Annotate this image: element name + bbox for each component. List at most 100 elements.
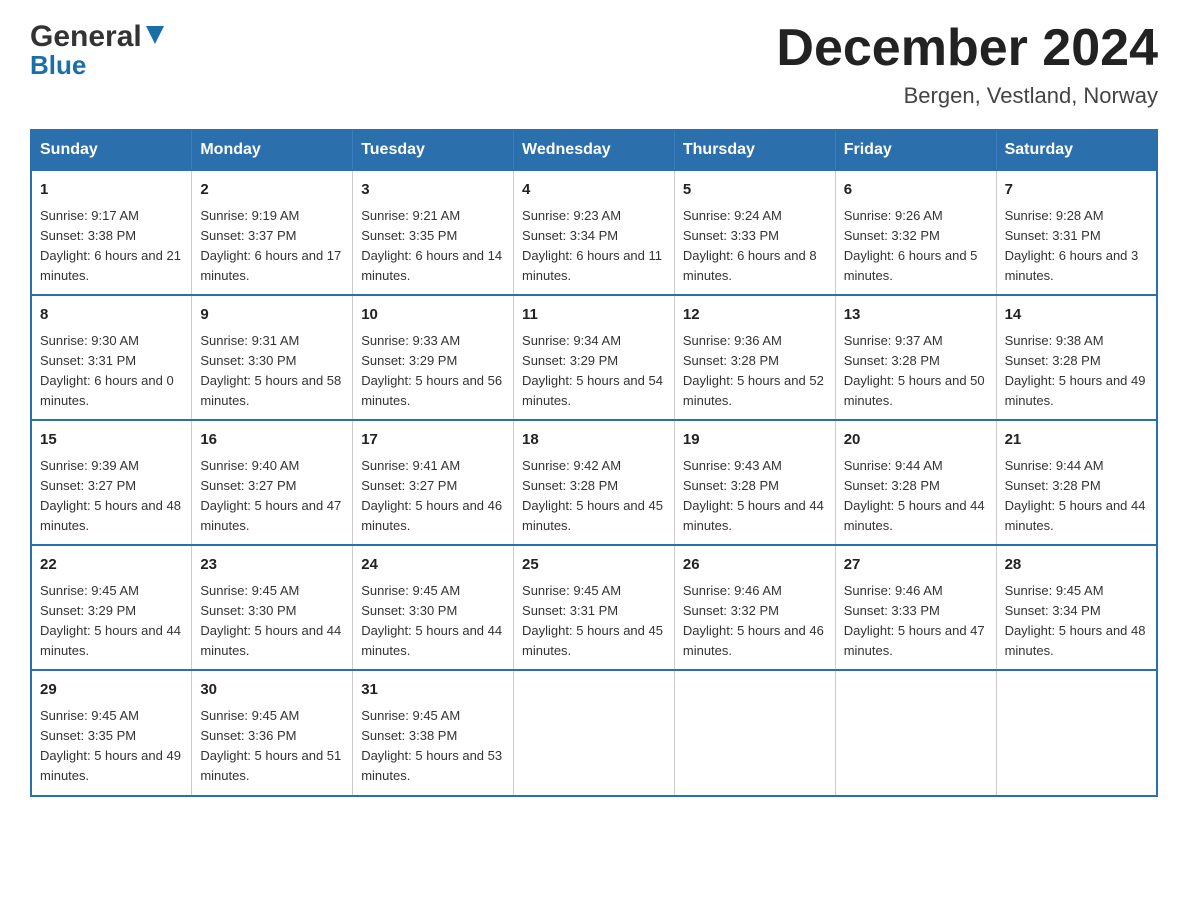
day-number: 16 (200, 429, 344, 452)
calendar-day-cell: 7 Sunrise: 9:28 AMSunset: 3:31 PMDayligh… (996, 170, 1157, 295)
day-info: Sunrise: 9:36 AMSunset: 3:28 PMDaylight:… (683, 331, 827, 412)
day-info: Sunrise: 9:33 AMSunset: 3:29 PMDaylight:… (361, 331, 505, 412)
logo-blue-text: Blue (30, 50, 86, 81)
day-number: 21 (1005, 429, 1148, 452)
calendar-day-cell: 28 Sunrise: 9:45 AMSunset: 3:34 PMDaylig… (996, 545, 1157, 670)
day-info: Sunrise: 9:39 AMSunset: 3:27 PMDaylight:… (40, 456, 183, 537)
calendar-week-row: 22 Sunrise: 9:45 AMSunset: 3:29 PMDaylig… (31, 545, 1157, 670)
logo-general-text: General (30, 20, 142, 54)
calendar-day-cell: 24 Sunrise: 9:45 AMSunset: 3:30 PMDaylig… (353, 545, 514, 670)
calendar-day-cell (996, 670, 1157, 795)
calendar-day-cell: 6 Sunrise: 9:26 AMSunset: 3:32 PMDayligh… (835, 170, 996, 295)
calendar-header-row: Sunday Monday Tuesday Wednesday Thursday… (31, 130, 1157, 170)
logo: General Blue (30, 20, 166, 81)
day-number: 14 (1005, 304, 1148, 327)
day-number: 1 (40, 179, 183, 202)
calendar-day-cell (674, 670, 835, 795)
calendar-table: Sunday Monday Tuesday Wednesday Thursday… (30, 129, 1158, 796)
day-number: 4 (522, 179, 666, 202)
day-number: 29 (40, 679, 183, 702)
calendar-day-cell: 21 Sunrise: 9:44 AMSunset: 3:28 PMDaylig… (996, 420, 1157, 545)
calendar-week-row: 29 Sunrise: 9:45 AMSunset: 3:35 PMDaylig… (31, 670, 1157, 795)
day-number: 19 (683, 429, 827, 452)
day-info: Sunrise: 9:43 AMSunset: 3:28 PMDaylight:… (683, 456, 827, 537)
header-thursday: Thursday (674, 130, 835, 170)
day-number: 8 (40, 304, 183, 327)
calendar-day-cell: 13 Sunrise: 9:37 AMSunset: 3:28 PMDaylig… (835, 295, 996, 420)
calendar-day-cell: 16 Sunrise: 9:40 AMSunset: 3:27 PMDaylig… (192, 420, 353, 545)
day-number: 6 (844, 179, 988, 202)
day-number: 9 (200, 304, 344, 327)
day-info: Sunrise: 9:46 AMSunset: 3:32 PMDaylight:… (683, 581, 827, 662)
calendar-day-cell (514, 670, 675, 795)
page-header: General Blue December 2024 Bergen, Vestl… (30, 20, 1158, 109)
day-info: Sunrise: 9:45 AMSunset: 3:31 PMDaylight:… (522, 581, 666, 662)
day-info: Sunrise: 9:42 AMSunset: 3:28 PMDaylight:… (522, 456, 666, 537)
header-monday: Monday (192, 130, 353, 170)
day-number: 15 (40, 429, 183, 452)
calendar-day-cell: 19 Sunrise: 9:43 AMSunset: 3:28 PMDaylig… (674, 420, 835, 545)
day-info: Sunrise: 9:44 AMSunset: 3:28 PMDaylight:… (844, 456, 988, 537)
day-info: Sunrise: 9:45 AMSunset: 3:38 PMDaylight:… (361, 706, 505, 787)
day-number: 13 (844, 304, 988, 327)
calendar-day-cell: 17 Sunrise: 9:41 AMSunset: 3:27 PMDaylig… (353, 420, 514, 545)
day-info: Sunrise: 9:37 AMSunset: 3:28 PMDaylight:… (844, 331, 988, 412)
header-tuesday: Tuesday (353, 130, 514, 170)
calendar-day-cell: 8 Sunrise: 9:30 AMSunset: 3:31 PMDayligh… (31, 295, 192, 420)
day-info: Sunrise: 9:45 AMSunset: 3:36 PMDaylight:… (200, 706, 344, 787)
day-number: 22 (40, 554, 183, 577)
day-number: 31 (361, 679, 505, 702)
day-number: 30 (200, 679, 344, 702)
day-info: Sunrise: 9:31 AMSunset: 3:30 PMDaylight:… (200, 331, 344, 412)
day-info: Sunrise: 9:19 AMSunset: 3:37 PMDaylight:… (200, 206, 344, 287)
day-info: Sunrise: 9:38 AMSunset: 3:28 PMDaylight:… (1005, 331, 1148, 412)
day-number: 12 (683, 304, 827, 327)
day-number: 10 (361, 304, 505, 327)
day-number: 28 (1005, 554, 1148, 577)
day-info: Sunrise: 9:26 AMSunset: 3:32 PMDaylight:… (844, 206, 988, 287)
calendar-day-cell: 15 Sunrise: 9:39 AMSunset: 3:27 PMDaylig… (31, 420, 192, 545)
calendar-day-cell: 22 Sunrise: 9:45 AMSunset: 3:29 PMDaylig… (31, 545, 192, 670)
calendar-day-cell: 4 Sunrise: 9:23 AMSunset: 3:34 PMDayligh… (514, 170, 675, 295)
calendar-day-cell: 14 Sunrise: 9:38 AMSunset: 3:28 PMDaylig… (996, 295, 1157, 420)
day-info: Sunrise: 9:17 AMSunset: 3:38 PMDaylight:… (40, 206, 183, 287)
day-number: 17 (361, 429, 505, 452)
day-info: Sunrise: 9:21 AMSunset: 3:35 PMDaylight:… (361, 206, 505, 287)
calendar-day-cell: 31 Sunrise: 9:45 AMSunset: 3:38 PMDaylig… (353, 670, 514, 795)
calendar-day-cell (835, 670, 996, 795)
calendar-day-cell: 3 Sunrise: 9:21 AMSunset: 3:35 PMDayligh… (353, 170, 514, 295)
day-info: Sunrise: 9:23 AMSunset: 3:34 PMDaylight:… (522, 206, 666, 287)
calendar-day-cell: 23 Sunrise: 9:45 AMSunset: 3:30 PMDaylig… (192, 545, 353, 670)
calendar-day-cell: 27 Sunrise: 9:46 AMSunset: 3:33 PMDaylig… (835, 545, 996, 670)
day-number: 24 (361, 554, 505, 577)
calendar-day-cell: 9 Sunrise: 9:31 AMSunset: 3:30 PMDayligh… (192, 295, 353, 420)
day-number: 18 (522, 429, 666, 452)
day-info: Sunrise: 9:34 AMSunset: 3:29 PMDaylight:… (522, 331, 666, 412)
main-title: December 2024 (776, 20, 1158, 77)
calendar-day-cell: 26 Sunrise: 9:46 AMSunset: 3:32 PMDaylig… (674, 545, 835, 670)
day-number: 11 (522, 304, 666, 327)
calendar-day-cell: 20 Sunrise: 9:44 AMSunset: 3:28 PMDaylig… (835, 420, 996, 545)
calendar-day-cell: 25 Sunrise: 9:45 AMSunset: 3:31 PMDaylig… (514, 545, 675, 670)
day-info: Sunrise: 9:24 AMSunset: 3:33 PMDaylight:… (683, 206, 827, 287)
subtitle: Bergen, Vestland, Norway (776, 83, 1158, 109)
day-number: 2 (200, 179, 344, 202)
day-number: 23 (200, 554, 344, 577)
calendar-day-cell: 10 Sunrise: 9:33 AMSunset: 3:29 PMDaylig… (353, 295, 514, 420)
day-info: Sunrise: 9:28 AMSunset: 3:31 PMDaylight:… (1005, 206, 1148, 287)
calendar-week-row: 8 Sunrise: 9:30 AMSunset: 3:31 PMDayligh… (31, 295, 1157, 420)
day-number: 27 (844, 554, 988, 577)
day-number: 20 (844, 429, 988, 452)
calendar-day-cell: 30 Sunrise: 9:45 AMSunset: 3:36 PMDaylig… (192, 670, 353, 795)
day-number: 25 (522, 554, 666, 577)
calendar-day-cell: 12 Sunrise: 9:36 AMSunset: 3:28 PMDaylig… (674, 295, 835, 420)
day-info: Sunrise: 9:45 AMSunset: 3:29 PMDaylight:… (40, 581, 183, 662)
day-info: Sunrise: 9:45 AMSunset: 3:34 PMDaylight:… (1005, 581, 1148, 662)
calendar-day-cell: 5 Sunrise: 9:24 AMSunset: 3:33 PMDayligh… (674, 170, 835, 295)
logo-arrow-icon (144, 24, 166, 46)
calendar-week-row: 15 Sunrise: 9:39 AMSunset: 3:27 PMDaylig… (31, 420, 1157, 545)
day-info: Sunrise: 9:46 AMSunset: 3:33 PMDaylight:… (844, 581, 988, 662)
day-info: Sunrise: 9:45 AMSunset: 3:35 PMDaylight:… (40, 706, 183, 787)
day-info: Sunrise: 9:40 AMSunset: 3:27 PMDaylight:… (200, 456, 344, 537)
calendar-week-row: 1 Sunrise: 9:17 AMSunset: 3:38 PMDayligh… (31, 170, 1157, 295)
